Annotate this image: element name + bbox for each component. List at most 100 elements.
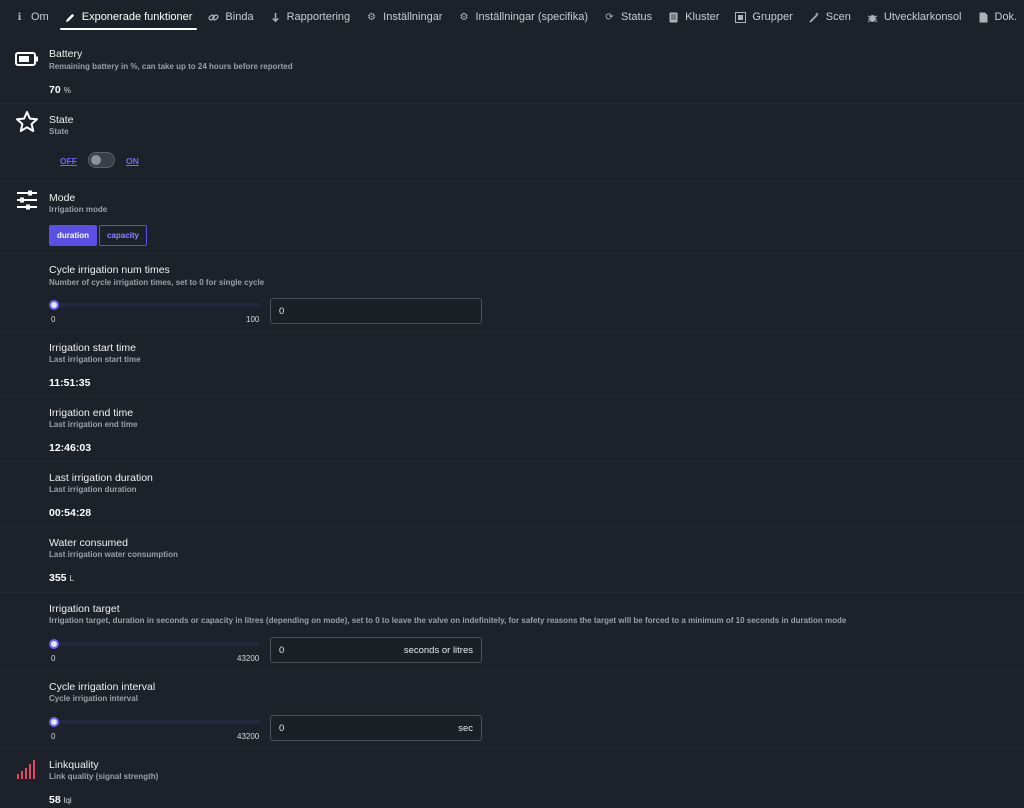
tab-rapportering[interactable]: Rapportering bbox=[262, 0, 359, 34]
last-duration-title: Last irrigation duration bbox=[49, 472, 153, 484]
target-slider-thumb[interactable] bbox=[49, 639, 59, 649]
mode-title: Mode bbox=[49, 192, 76, 204]
last-duration-row: Last irrigation duration Last irrigation… bbox=[0, 462, 1024, 527]
tab-label: Status bbox=[620, 11, 653, 23]
mode-capacity-button[interactable]: capacity bbox=[99, 225, 147, 246]
target-min: 0 bbox=[51, 654, 56, 663]
mode-row: Mode Irrigation mode bbox=[0, 182, 1024, 254]
grid-icon bbox=[735, 11, 747, 23]
interval-input-unit: sec bbox=[458, 722, 473, 734]
wand-icon bbox=[809, 11, 820, 23]
end-time-value: 12:46:03 bbox=[49, 442, 92, 454]
linkquality-unit: lqi bbox=[63, 796, 72, 805]
linkquality-value: 58 lqi bbox=[49, 794, 72, 806]
interval-title: Cycle irrigation interval bbox=[49, 681, 156, 693]
bug-icon bbox=[867, 12, 878, 23]
linkquality-title: Linkquality bbox=[49, 759, 99, 771]
tab-label: Kluster bbox=[685, 11, 720, 23]
pencil-icon bbox=[65, 12, 76, 23]
cycle-times-slider[interactable] bbox=[54, 303, 260, 307]
cycle-times-min: 0 bbox=[51, 315, 56, 324]
tab-label: Binda bbox=[225, 11, 254, 23]
target-input-unit: seconds or litres bbox=[403, 644, 473, 656]
water-row: Water consumed Last irrigation water con… bbox=[0, 527, 1024, 593]
tab-kluster[interactable]: Kluster bbox=[660, 0, 727, 34]
tab-label: Dok. bbox=[994, 11, 1018, 23]
interval-row: Cycle irrigation interval Cycle irrigati… bbox=[0, 671, 1024, 749]
download-arrow-icon bbox=[270, 12, 281, 23]
cycle-times-title: Cycle irrigation num times bbox=[49, 264, 170, 276]
linkquality-desc: Link quality (signal strength) bbox=[49, 772, 159, 781]
cycle-times-input-value: 0 bbox=[279, 305, 285, 317]
target-desc: Irrigation target, duration in seconds o… bbox=[49, 616, 847, 625]
linkquality-row: Linkquality Link quality (signal strengt… bbox=[0, 749, 1024, 808]
tab-label: Scen bbox=[825, 11, 851, 23]
tab-exponerade-funktioner[interactable]: Exponerade funktioner bbox=[57, 0, 201, 34]
cycle-times-row: Cycle irrigation num times Number of cyc… bbox=[0, 254, 1024, 332]
state-off-button[interactable]: OFF bbox=[60, 156, 77, 166]
target-input-value: 0 bbox=[279, 644, 285, 656]
tab-label: Grupper bbox=[752, 11, 793, 23]
water-value: 355 L bbox=[49, 572, 74, 584]
interval-desc: Cycle irrigation interval bbox=[49, 694, 138, 703]
cycle-times-desc: Number of cycle irrigation times, set to… bbox=[49, 278, 265, 287]
cycle-times-input[interactable]: 0 bbox=[270, 298, 482, 324]
water-unit: L bbox=[69, 574, 74, 583]
state-title: State bbox=[49, 114, 74, 126]
toggle-knob bbox=[91, 155, 101, 165]
tab-status[interactable]: ⟳ Status bbox=[596, 0, 660, 34]
tab-installningar-specifika[interactable]: ⚙ Inställningar (specifika) bbox=[450, 0, 596, 34]
tab-label: Inställningar bbox=[383, 11, 443, 23]
battery-title: Battery bbox=[49, 48, 83, 60]
tab-label: Exponerade funktioner bbox=[81, 11, 193, 23]
interval-input[interactable]: 0 sec bbox=[270, 715, 482, 741]
state-toggle[interactable] bbox=[88, 152, 115, 168]
battery-icon bbox=[15, 52, 38, 66]
document-icon bbox=[668, 12, 679, 23]
last-duration-desc: Last irrigation duration bbox=[49, 485, 137, 494]
file-icon bbox=[978, 12, 989, 23]
cycle-times-slider-thumb[interactable] bbox=[49, 300, 59, 310]
tab-dok[interactable]: Dok. bbox=[970, 0, 1024, 34]
interval-max: 43200 bbox=[237, 732, 260, 741]
state-on-button[interactable]: ON bbox=[126, 156, 139, 166]
target-input[interactable]: 0 seconds or litres bbox=[270, 637, 482, 663]
battery-value: 70% bbox=[49, 84, 71, 96]
tab-label: Rapportering bbox=[286, 11, 351, 23]
tab-grupper[interactable]: Grupper bbox=[727, 0, 800, 34]
refresh-icon: ⟳ bbox=[605, 11, 614, 23]
tab-binda[interactable]: Binda bbox=[200, 0, 261, 34]
tab-label: Om bbox=[31, 11, 49, 23]
water-desc: Last irrigation water consumption bbox=[49, 550, 178, 559]
tab-label: Inställningar (specifika) bbox=[475, 11, 588, 23]
water-number: 355 bbox=[49, 572, 67, 584]
target-row: Irrigation target Irrigation target, dur… bbox=[0, 593, 1024, 671]
interval-min: 0 bbox=[51, 732, 56, 741]
target-slider[interactable] bbox=[54, 642, 260, 646]
state-desc: State bbox=[49, 127, 69, 136]
linkquality-number: 58 bbox=[49, 794, 61, 806]
signal-icon bbox=[17, 760, 35, 779]
tab-utvecklarkonsol[interactable]: Utvecklarkonsol bbox=[859, 0, 970, 34]
tab-installningar[interactable]: ⚙ Inställningar bbox=[358, 0, 450, 34]
mode-duration-button[interactable]: duration bbox=[49, 225, 97, 246]
interval-slider[interactable] bbox=[54, 720, 260, 724]
battery-row: Battery Remaining battery in %, can take… bbox=[0, 38, 1024, 104]
star-icon bbox=[16, 111, 38, 132]
end-time-desc: Last irrigation end time bbox=[49, 420, 138, 429]
battery-desc: Remaining battery in %, can take up to 2… bbox=[49, 62, 293, 71]
target-max: 43200 bbox=[237, 654, 260, 663]
last-duration-value: 00:54:28 bbox=[49, 507, 92, 519]
battery-number: 70 bbox=[49, 84, 61, 96]
sliders-icon bbox=[17, 190, 37, 210]
interval-slider-thumb[interactable] bbox=[49, 717, 59, 727]
target-title: Irrigation target bbox=[49, 603, 120, 615]
mode-desc: Irrigation mode bbox=[49, 205, 108, 214]
state-row: State State OFF ON bbox=[0, 104, 1024, 182]
end-time-row: Irrigation end time Last irrigation end … bbox=[0, 397, 1024, 462]
tab-scen[interactable]: Scen bbox=[801, 0, 859, 34]
tab-om[interactable]: ℹ Om bbox=[6, 0, 57, 34]
link-icon bbox=[208, 12, 219, 23]
interval-input-value: 0 bbox=[279, 722, 285, 734]
gear-icon: ⚙ bbox=[367, 11, 377, 23]
